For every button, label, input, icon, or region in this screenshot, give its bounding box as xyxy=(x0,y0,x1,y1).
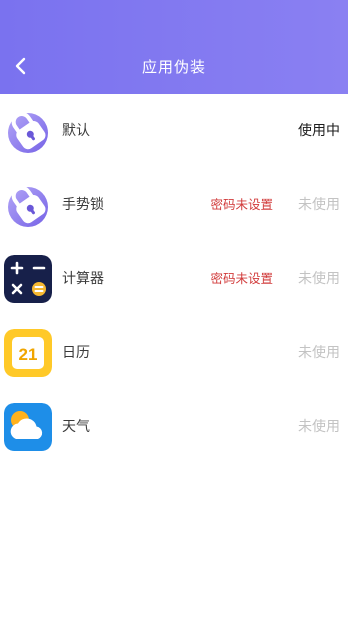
app-name: 计算器 xyxy=(62,271,104,287)
app-item-calculator[interactable]: 计算器 密码未设置 未使用 xyxy=(0,242,348,316)
status-label: 未使用 xyxy=(298,419,340,435)
app-item-calendar[interactable]: 21 日历 未使用 xyxy=(0,316,348,390)
app-item-weather[interactable]: 天气 未使用 xyxy=(0,390,348,464)
password-warning: 密码未设置 xyxy=(210,271,273,286)
page-title: 应用伪装 xyxy=(141,58,206,76)
status-label: 未使用 xyxy=(298,197,340,213)
app-item-default[interactable]: 默认 使用中 xyxy=(0,94,348,168)
lock-icon xyxy=(4,181,52,229)
lock-icon xyxy=(4,107,52,155)
app-list: 默认 使用中 手势锁 密码未设置 未使用 计算器 密码未设置 未使用 21 日历… xyxy=(0,94,348,464)
app-name: 手势锁 xyxy=(62,197,104,213)
calendar-day: 21 xyxy=(19,345,38,364)
app-name: 默认 xyxy=(62,123,90,139)
weather-icon xyxy=(4,403,52,451)
app-item-gesture-lock[interactable]: 手势锁 密码未设置 未使用 xyxy=(0,168,348,242)
calculator-icon xyxy=(4,255,52,303)
status-label: 使用中 xyxy=(298,123,340,139)
app-name: 日历 xyxy=(62,345,90,361)
status-label: 未使用 xyxy=(298,345,340,361)
header-bar: 应用伪装 xyxy=(0,0,348,94)
app-name: 天气 xyxy=(62,419,90,435)
status-label: 未使用 xyxy=(298,271,340,287)
calendar-icon: 21 xyxy=(4,329,52,377)
password-warning: 密码未设置 xyxy=(210,197,273,212)
